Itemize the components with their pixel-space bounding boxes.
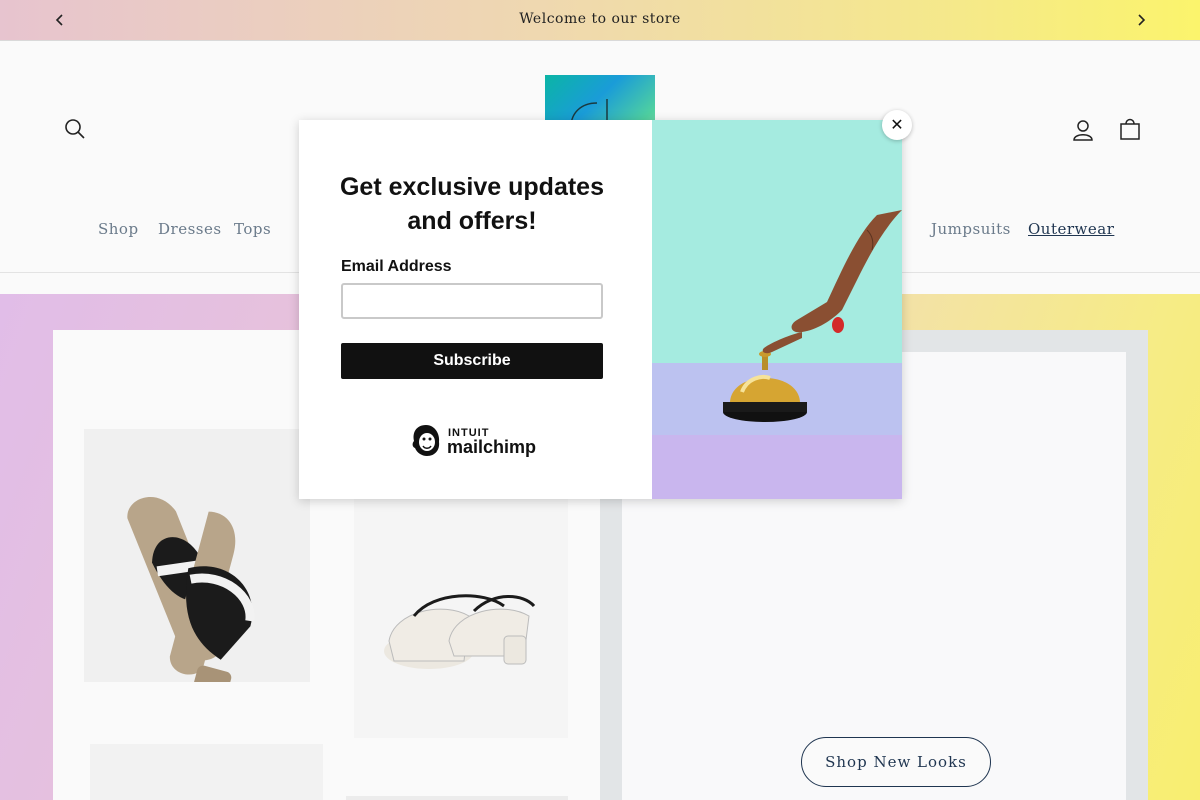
close-icon[interactable]: ✕: [882, 110, 912, 140]
account-icon[interactable]: [1069, 116, 1097, 144]
email-field[interactable]: [341, 283, 603, 319]
nav-item-tops[interactable]: Tops: [234, 220, 271, 238]
nav-item-dresses[interactable]: Dresses: [158, 220, 222, 238]
popup-form: Get exclusive updates and offers! Email …: [299, 120, 652, 499]
mailchimp-logo[interactable]: INTUIT mailchimp: [410, 422, 540, 462]
product-image-mules[interactable]: [354, 496, 568, 738]
announcement-message: Welcome to our store: [519, 11, 681, 27]
subscribe-button[interactable]: Subscribe: [341, 343, 603, 379]
product-image-sandals[interactable]: [84, 429, 310, 706]
product-image-4[interactable]: [346, 796, 568, 800]
announcement-bar: Welcome to our store: [0, 0, 1200, 41]
newsletter-popup: Get exclusive updates and offers! Email …: [299, 120, 902, 499]
popup-bell-image: [652, 120, 902, 499]
cart-icon[interactable]: [1116, 115, 1144, 143]
nav-item-shop[interactable]: Shop: [98, 220, 139, 238]
mailchimp-name-text: mailchimp: [447, 437, 537, 457]
chevron-right-icon[interactable]: [1131, 10, 1151, 30]
popup-title: Get exclusive updates and offers!: [339, 173, 604, 235]
search-icon[interactable]: [61, 115, 89, 143]
nav-item-outerwear[interactable]: Outerwear: [1028, 220, 1114, 238]
shop-new-looks-button[interactable]: Shop New Looks: [801, 737, 991, 787]
product-image-3[interactable]: [90, 744, 323, 800]
mailchimp-freddie-icon: [412, 425, 440, 456]
email-label: Email Address: [341, 258, 452, 275]
nav-item-jumpsuits[interactable]: Jumpsuits: [931, 220, 1011, 238]
